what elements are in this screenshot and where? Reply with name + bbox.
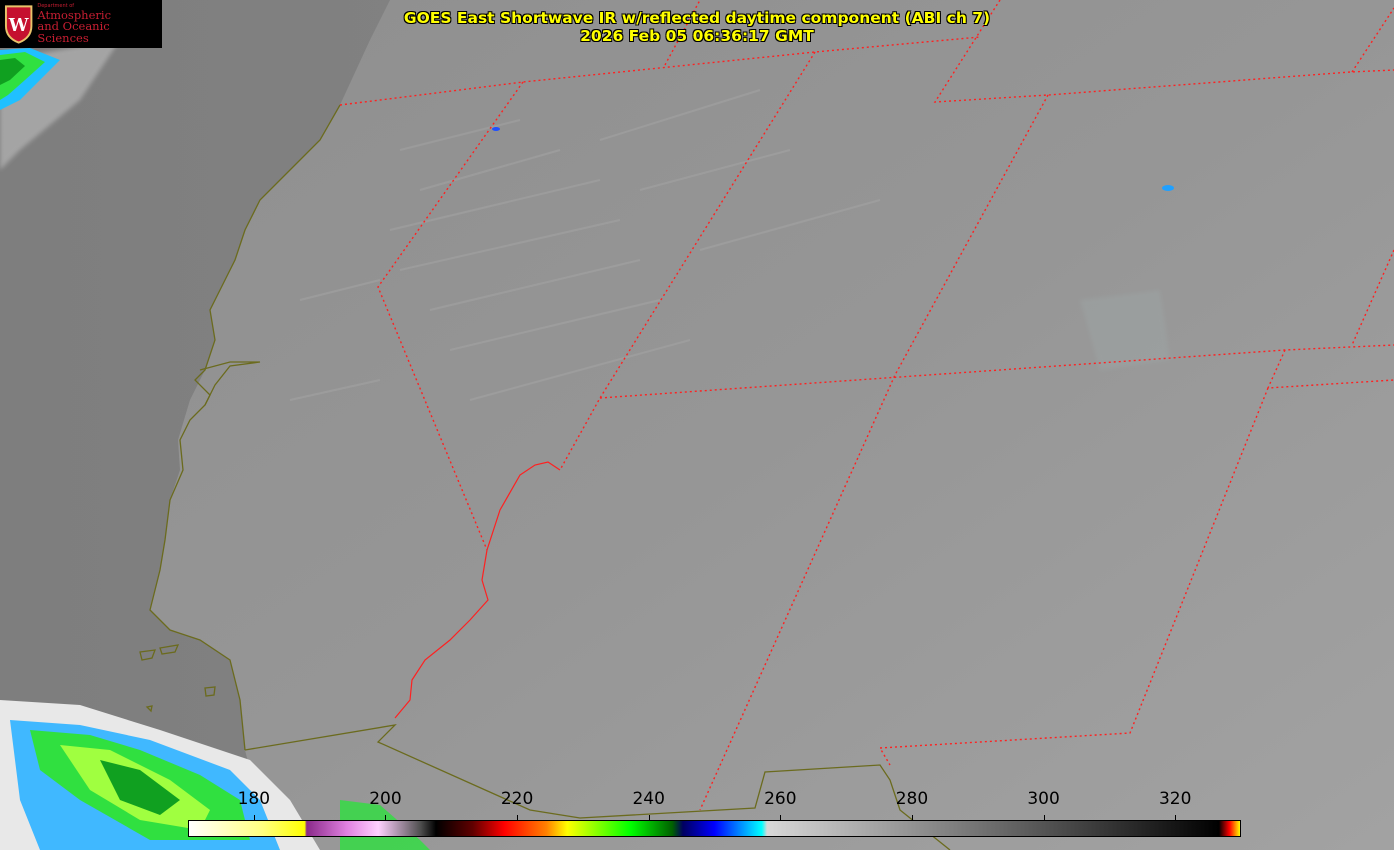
colorbar-tick-label: 260	[764, 789, 797, 809]
image-timestamp: 2026 Feb 05 06:36:17 GMT	[580, 27, 814, 45]
colorbar-tick-label: 240	[632, 789, 665, 809]
colorbar-tick-label: 300	[1027, 789, 1060, 809]
colorbar-tick-mark	[385, 815, 387, 820]
colorbar-tick-mark	[648, 815, 650, 820]
image-title: GOES East Shortwave IR w/reflected dayti…	[403, 9, 991, 27]
colorbar-tick-label: 280	[895, 789, 929, 809]
colorbar-tick-label: 320	[1158, 789, 1192, 809]
land-area	[150, 0, 1394, 850]
colorbar-tick-mark	[1043, 815, 1045, 820]
colorbar-tick-mark	[253, 815, 255, 820]
cold-cloud-spot	[492, 127, 500, 131]
cold-cloud-spot	[1162, 185, 1174, 191]
colorbar-tick-mark	[911, 815, 913, 820]
colorbar-tick-label: 200	[369, 789, 402, 809]
satellite-imagery-map	[0, 0, 1394, 850]
colorbar-tick-mark	[517, 815, 519, 820]
colorbar-tick-mark	[1175, 815, 1177, 820]
temperature-colorbar	[188, 820, 1241, 837]
colorbar-tick-label: 220	[500, 789, 534, 809]
colorbar-tick-label: 180	[237, 789, 271, 809]
colorbar-tick-mark	[780, 815, 782, 820]
